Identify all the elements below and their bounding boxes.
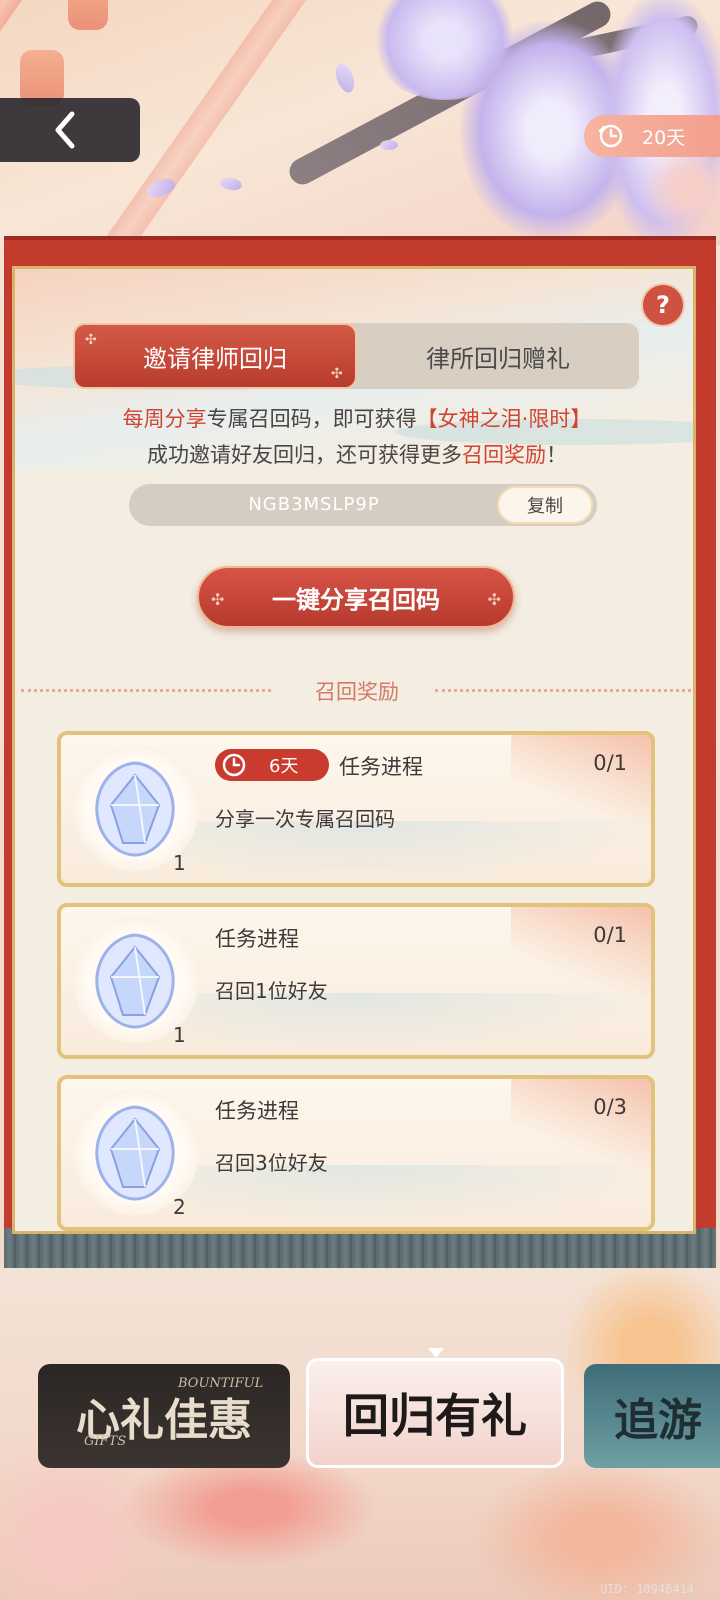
carousel-item-bountiful-gifts[interactable]: BOUNTIFUL 心礼佳惠 GIFTS: [38, 1364, 290, 1468]
task-label: 任务进程: [339, 755, 423, 779]
petal-decor: [332, 61, 358, 95]
back-arrow-icon: [55, 111, 75, 149]
help-button[interactable]: ?: [643, 285, 683, 325]
tab-label: 邀请律师回归: [143, 344, 287, 373]
carousel-subtitle: GIFTS: [84, 1434, 127, 1449]
card-decor: [511, 907, 651, 997]
gem-icon: [95, 933, 175, 1029]
carousel-item-chase[interactable]: 追游: [584, 1364, 720, 1468]
description-highlight: 【女神之泪·限时】: [416, 407, 592, 431]
event-timer: 20天: [584, 115, 720, 157]
description-line-1: 每周分享专属召回码，即可获得【女神之泪·限时】: [15, 403, 693, 433]
divider: [435, 689, 691, 692]
tab-invite-lawyer[interactable]: ✣ 邀请律师回归 ✣: [73, 323, 357, 389]
tab-bar: ✣ 邀请律师回归 ✣ 律所回归赠礼: [73, 323, 639, 389]
description-highlight: 每周分享: [122, 407, 207, 431]
task-progress: 0/3: [593, 1095, 627, 1119]
gem-icon: [95, 761, 175, 857]
description-text: 专属召回码，即可获得: [206, 407, 417, 431]
task-progress: 0/1: [593, 751, 627, 775]
flower-icon: ✣: [331, 366, 343, 382]
description-line-2: 成功邀请好友回归，还可获得更多召回奖励！: [15, 439, 693, 469]
task-description: 分享一次专属召回码: [215, 807, 395, 831]
carousel-subtitle: BOUNTIFUL: [178, 1376, 264, 1391]
reward-count: 1: [173, 851, 186, 875]
reward-count: 1: [173, 1023, 186, 1047]
flower-icon: ✣: [85, 332, 97, 348]
flower-icon: ✣: [487, 590, 501, 609]
main-panel: ? ✣ 邀请律师回归 ✣ 律所回归赠礼 每周分享专属召回码，即可获得【女神之泪·…: [12, 266, 696, 1234]
gem-icon: [95, 1105, 175, 1201]
recall-code-box: NGB3MSLP9P 复制: [129, 484, 597, 526]
recall-code: NGB3MSLP9P: [248, 494, 380, 515]
carousel-title: 追游: [614, 1395, 702, 1446]
task-card: 1 6天 任务进程 0/1 分享一次专属召回码: [57, 731, 655, 887]
task-timer-badge: 6天: [215, 749, 329, 781]
tab-return-gift[interactable]: 律所回归赠礼: [357, 323, 639, 389]
carousel-title: 回归有礼: [343, 1389, 527, 1443]
copy-button[interactable]: 复制: [497, 486, 593, 524]
clock-icon: [222, 753, 246, 777]
reward-count: 2: [173, 1195, 186, 1219]
back-button[interactable]: [0, 98, 140, 162]
task-description: 召回1位好友: [215, 979, 328, 1003]
task-card: 2 任务进程 0/3 召回3位好友: [57, 1075, 655, 1231]
description-text: ！: [546, 443, 567, 467]
description-text: 成功邀请好友回归，还可获得更多: [147, 443, 462, 467]
task-label: 任务进程: [215, 1099, 299, 1123]
share-recall-code-button[interactable]: ✣ 一键分享召回码 ✣: [197, 566, 515, 628]
help-icon: ?: [656, 291, 670, 319]
carousel-item-return-gift[interactable]: 回归有礼: [306, 1358, 564, 1468]
task-progress: 0/1: [593, 923, 627, 947]
tab-label: 律所回归赠礼: [426, 344, 570, 373]
lantern-decor: [68, 0, 108, 30]
description-highlight: 召回奖励: [462, 443, 546, 467]
task-card: 1 任务进程 0/1 召回1位好友: [57, 903, 655, 1059]
timer-text: 20天: [642, 126, 686, 149]
card-decor: [511, 1079, 651, 1169]
task-description: 召回3位好友: [215, 1151, 328, 1175]
share-button-label: 一键分享召回码: [272, 585, 440, 614]
carousel-indicator: [428, 1348, 444, 1358]
task-label: 任务进程: [215, 927, 299, 951]
uid-label: UID: 10946414: [600, 1582, 694, 1596]
flower-icon: ✣: [211, 590, 225, 609]
petal-decor: [380, 140, 398, 150]
card-decor: [511, 735, 651, 825]
petal-decor: [219, 176, 243, 192]
task-timer-text: 6天: [269, 756, 299, 777]
clock-icon: [598, 124, 623, 148]
blossom-decor: [470, 1458, 720, 1600]
